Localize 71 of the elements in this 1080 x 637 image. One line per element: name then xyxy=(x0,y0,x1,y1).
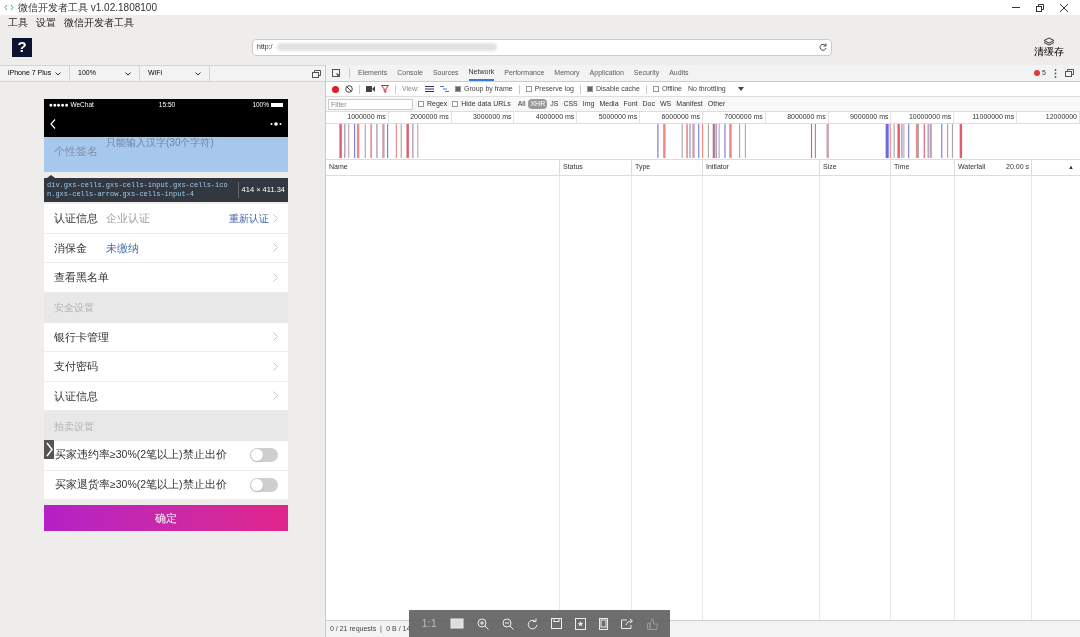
fit-window-icon[interactable] xyxy=(449,618,464,629)
share-icon[interactable] xyxy=(620,618,634,629)
more-icon[interactable] xyxy=(270,122,282,126)
cell-value: 企业认证 xyxy=(106,211,150,226)
cell-label: 认证信息 xyxy=(54,388,99,404)
toggle-label: 买家违约率≥30%(2笔以上)禁止出价 xyxy=(55,447,227,463)
chevron-icon xyxy=(273,243,278,253)
checkbox[interactable] xyxy=(525,86,532,92)
cell-value: 未缴纳 xyxy=(106,240,139,256)
checkbox[interactable] xyxy=(418,101,424,107)
caret-icon xyxy=(125,71,131,76)
caret-icon xyxy=(55,71,61,76)
close-icon[interactable] xyxy=(1060,3,1068,12)
save-icon[interactable] xyxy=(550,618,562,629)
clear-cache-button[interactable]: 清缓存 xyxy=(1032,37,1066,57)
menu-item[interactable]: 微信开发者工具 xyxy=(64,14,134,30)
checkbox[interactable] xyxy=(586,86,593,92)
tablet-icon[interactable] xyxy=(598,617,608,630)
chevron-icon xyxy=(273,272,278,282)
dock-icon[interactable] xyxy=(312,69,321,78)
toggle-switch[interactable] xyxy=(250,477,278,492)
settings-cell[interactable]: 支付密码 xyxy=(44,352,288,382)
settings-cell[interactable]: 认证信息 企业认证 重新认证 xyxy=(44,204,288,234)
settings-cell[interactable]: 消保金 未缴纳 xyxy=(44,233,288,263)
settings-cell[interactable]: 认证信息 xyxy=(44,381,288,411)
zoom-out-icon[interactable] xyxy=(501,617,514,630)
reverify-link[interactable]: 重新认证 xyxy=(229,210,269,226)
rotate-icon[interactable] xyxy=(526,617,538,630)
thumbs-up-icon[interactable] xyxy=(646,617,658,630)
app-icon xyxy=(4,4,14,11)
caret-icon xyxy=(737,87,744,91)
toggle-switch[interactable] xyxy=(250,448,278,463)
list-view-icon[interactable] xyxy=(425,86,434,92)
field-placeholder: 只能输入汉字(30个字符) xyxy=(106,136,214,150)
chevron-icon xyxy=(273,332,278,342)
settings-cell[interactable]: 银行卡管理 xyxy=(44,322,288,352)
chevron-icon xyxy=(273,213,278,223)
help-button[interactable]: ? xyxy=(12,37,32,57)
bookmark-icon[interactable] xyxy=(574,617,586,630)
cell-label: 查看黑名单 xyxy=(54,270,109,285)
chevron-icon xyxy=(273,391,278,401)
dock-icon[interactable] xyxy=(1065,69,1074,77)
caret-icon xyxy=(195,71,201,76)
toggle-label: 买家退货率≥30%(2笔以上)禁止出价 xyxy=(55,476,227,492)
clear-icon[interactable] xyxy=(345,85,353,93)
cell-label: 银行卡管理 xyxy=(54,329,109,345)
expand-handle-icon[interactable] xyxy=(44,440,54,459)
restore-icon[interactable] xyxy=(1036,3,1044,12)
checkbox[interactable] xyxy=(652,86,659,92)
battery-icon xyxy=(271,103,283,107)
checkbox[interactable] xyxy=(455,86,461,92)
inspect-element-icon[interactable] xyxy=(332,68,341,78)
cell-label: 认证信息 xyxy=(54,211,99,226)
record-icon[interactable] xyxy=(332,85,339,93)
window-title: 微信开发者工具 v1.02.1808100 xyxy=(18,1,157,15)
filter-icon[interactable] xyxy=(381,85,389,93)
menu-item[interactable]: 工具 xyxy=(8,14,28,30)
camera-icon[interactable] xyxy=(366,86,375,92)
chevron-icon xyxy=(273,361,278,371)
cell-label: 支付密码 xyxy=(54,359,99,374)
layers-icon xyxy=(1043,37,1055,46)
menu-item[interactable]: 设置 xyxy=(36,14,56,30)
reload-icon[interactable] xyxy=(819,43,827,51)
more-options-icon[interactable] xyxy=(1054,68,1057,78)
checkbox[interactable] xyxy=(452,101,459,107)
waterfall-view-icon[interactable] xyxy=(440,86,449,92)
confirm-button[interactable]: 确定 xyxy=(44,505,288,531)
cell-label: 消保金 xyxy=(54,240,88,256)
settings-cell[interactable]: 查看黑名单 xyxy=(44,263,288,293)
back-icon[interactable] xyxy=(50,119,56,129)
zoom-in-icon[interactable] xyxy=(476,617,489,630)
